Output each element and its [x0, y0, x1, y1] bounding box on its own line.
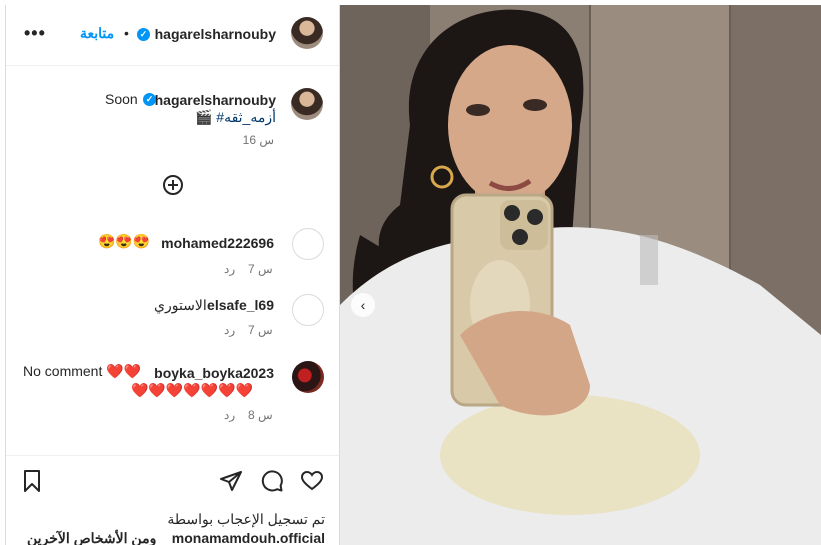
caption-username[interactable]: hagarelsharnouby [155, 92, 276, 108]
separator-dot: • [124, 25, 129, 41]
comment-username[interactable]: elsafe_l69 [207, 297, 274, 313]
post-actions: تم تسجيل الإعجاب بواسطة ومن الأشخاص الآخ… [6, 455, 339, 545]
comment-time[interactable]: 7 س [248, 323, 273, 337]
photo-illustration [340, 5, 821, 545]
comment-bubble-icon[interactable] [260, 469, 284, 493]
likes-user[interactable]: monamamdouh.official [172, 530, 325, 545]
verified-badge-icon: ✓ [143, 93, 156, 106]
instagram-post-frame: ‹ hagarelsharnouby ✓ • متابعة ••• hagare… [0, 0, 821, 545]
post-header: hagarelsharnouby ✓ • متابعة ••• [6, 5, 339, 66]
comment-time[interactable]: 7 س [248, 262, 273, 276]
likes-others[interactable]: ومن الأشخاص الآخرين [27, 530, 156, 545]
comment-avatar[interactable] [292, 228, 324, 260]
caption-hashtag[interactable]: 🎬 #أزمه_ثقه [195, 109, 276, 126]
verified-badge-icon: ✓ [137, 28, 150, 41]
likes-line1: تم تسجيل الإعجاب بواسطة [167, 511, 325, 527]
author-username[interactable]: hagarelsharnouby [155, 26, 276, 42]
comment-username[interactable]: mohamed222696 [161, 235, 274, 251]
bookmark-icon[interactable] [20, 469, 44, 493]
more-options-icon[interactable]: ••• [24, 23, 46, 44]
follow-button[interactable]: متابعة [80, 25, 114, 42]
comment-time[interactable]: 8 س [248, 408, 273, 422]
reply-button[interactable]: رد [224, 323, 235, 337]
heart-icon[interactable] [300, 469, 324, 493]
comment-text-line2: ❤️❤️❤️❤️❤️❤️❤️ [131, 382, 254, 398]
caption-avatar[interactable] [291, 88, 323, 120]
caption-time[interactable]: 16 س [243, 133, 274, 147]
comment-avatar[interactable] [292, 294, 324, 326]
plus-circle-icon[interactable] [163, 175, 183, 195]
caption-text: Soon [105, 91, 138, 107]
comment-avatar[interactable] [292, 361, 324, 393]
comment-username[interactable]: boyka_boyka2023 [154, 365, 274, 381]
author-avatar[interactable] [291, 17, 323, 49]
comment-text: 😍😍😍 [98, 233, 151, 249]
post-photo[interactable]: ‹ [340, 5, 821, 545]
comment-text: No comment ❤️❤️ [23, 363, 142, 379]
post-side-panel: hagarelsharnouby ✓ • متابعة ••• hagarels… [5, 5, 340, 545]
reply-button[interactable]: رد [224, 408, 235, 422]
paper-plane-icon[interactable] [219, 469, 243, 493]
chevron-left-icon[interactable]: ‹ [351, 293, 375, 317]
reply-button[interactable]: رد [224, 262, 235, 276]
comment-text: الاستوري [154, 297, 207, 313]
